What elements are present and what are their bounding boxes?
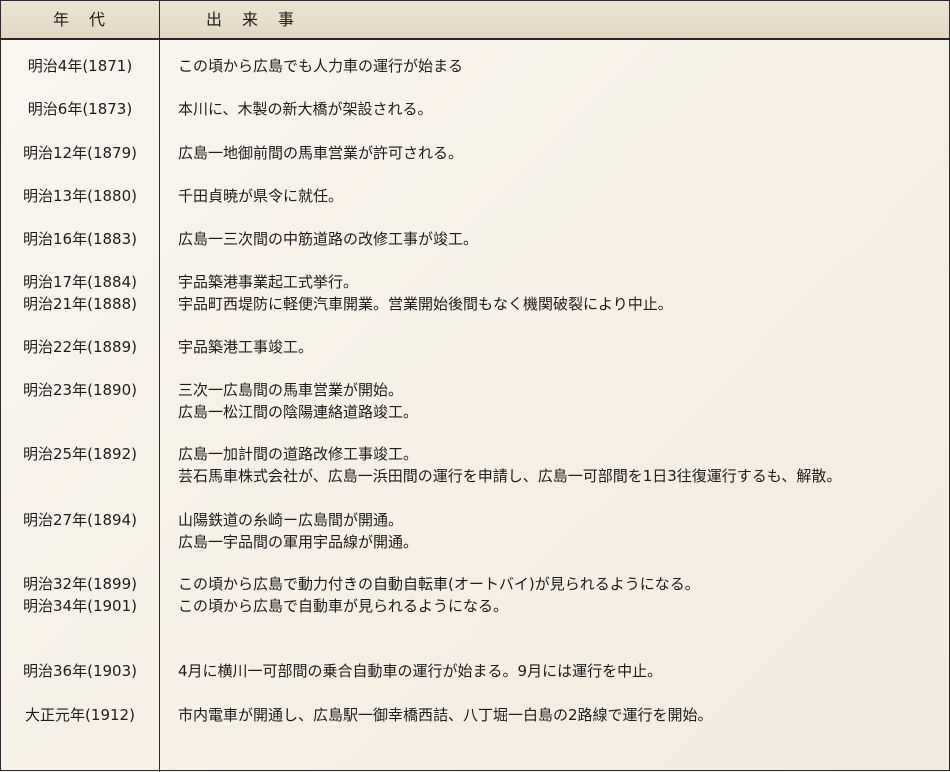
year-text: 明治12年(1879) [23, 144, 137, 162]
year-text: 明治21年(1888) [23, 295, 137, 313]
year-text: 明治17年(1884) [23, 273, 137, 291]
year-text: 明治34年(1901) [23, 597, 137, 615]
row-event: この頃から広島で動力付きの自動自転車(オートバイ)が見られるようになる。 この頃… [178, 573, 943, 617]
event-text: 芸石馬車株式会社が、広島一浜田間の運行を申請し、広島一可部間を1日3往復運行する… [178, 467, 842, 485]
year-text: 明治25年(1892) [23, 445, 137, 463]
event-text: この頃から広島で自動車が見られるようになる。 [178, 597, 509, 615]
header-event: 出 来 事 [205, 10, 296, 29]
row-year: 明治12年(1879) [1, 142, 159, 164]
row-year: 明治22年(1889) [1, 336, 159, 358]
table-header: 年 代 出 来 事 [1, 1, 949, 40]
row-year: 明治6年(1873) [1, 98, 159, 120]
event-text: 宇品築港工事竣工。 [178, 338, 314, 356]
year-text: 明治22年(1889) [23, 338, 137, 356]
year-text: 明治36年(1903) [23, 662, 137, 680]
row-year: 明治36年(1903) [1, 660, 159, 682]
row-year: 明治23年(1890) [1, 379, 159, 401]
row-event: 広島一三次間の中筋道路の改修工事が竣工。 [178, 228, 943, 250]
row-year: 明治13年(1880) [1, 185, 159, 207]
event-text: 宇品町西堤防に軽便汽車開業。営業開始後間もなく機関破裂により中止。 [178, 295, 673, 313]
event-text: 千田貞暁が県令に就任。 [178, 187, 344, 205]
event-text: 広島一三次間の中筋道路の改修工事が竣工。 [178, 230, 479, 248]
event-text: 広島一松江間の陰陽連絡道路竣工。 [178, 403, 419, 421]
row-year: 明治32年(1899) 明治34年(1901) [1, 573, 159, 617]
row-event: 宇品築港工事竣工。 [178, 336, 943, 358]
history-table: 年 代 出 来 事 明治4年(1871) この頃から広島でも人力車の運行が始まる… [0, 0, 950, 772]
year-text: 明治6年(1873) [27, 100, 133, 118]
year-text: 明治27年(1894) [23, 511, 137, 529]
event-text: 広島一宇品間の軍用宇品線が開通。 [178, 533, 419, 551]
row-event: 4月に横川一可部間の乗合自動車の運行が始まる。9月には運行を中止。 [178, 660, 943, 682]
row-year: 明治27年(1894) [1, 509, 159, 531]
event-text: 三次一広島間の馬車営業が開始。 [178, 381, 404, 399]
event-text: 本川に、木製の新大橋が架設される。 [178, 100, 433, 118]
year-text: 明治13年(1880) [23, 187, 137, 205]
event-text: 広島一地御前間の馬車営業が許可される。 [178, 144, 464, 162]
year-text: 大正元年(1912) [25, 706, 135, 724]
column-divider [159, 1, 160, 772]
row-event: この頃から広島でも人力車の運行が始まる [178, 55, 943, 77]
event-text: この頃から広島でも人力車の運行が始まる [178, 57, 464, 75]
row-event: 市内電車が開通し、広島駅一御幸橋西詰、八丁堀一白島の2路線で運行を開始。 [178, 704, 943, 726]
year-text: 明治16年(1883) [23, 230, 137, 248]
event-text: 宇品築港事業起工式挙行。 [178, 273, 359, 291]
year-text: 明治23年(1890) [23, 381, 137, 399]
event-text: 山陽鉄道の糸崎ー広島間が開通。 [178, 511, 404, 529]
row-event: 広島一地御前間の馬車営業が許可される。 [178, 142, 943, 164]
row-event: 宇品築港事業起工式挙行。 宇品町西堤防に軽便汽車開業。営業開始後間もなく機関破裂… [178, 271, 943, 315]
year-text: 明治4年(1871) [27, 57, 133, 75]
row-year: 大正元年(1912) [1, 704, 159, 726]
event-text: この頃から広島で動力付きの自動自転車(オートバイ)が見られるようになる。 [178, 575, 700, 593]
row-event: 本川に、木製の新大橋が架設される。 [178, 98, 943, 120]
event-text: 4月に横川一可部間の乗合自動車の運行が始まる。9月には運行を中止。 [178, 662, 663, 680]
row-year: 明治25年(1892) [1, 443, 159, 465]
header-year: 年 代 [52, 10, 107, 29]
row-year: 明治16年(1883) [1, 228, 159, 250]
row-event: 山陽鉄道の糸崎ー広島間が開通。 広島一宇品間の軍用宇品線が開通。 [178, 509, 943, 553]
row-event: 千田貞暁が県令に就任。 [178, 185, 943, 207]
row-year: 明治4年(1871) [1, 55, 159, 77]
row-event: 三次一広島間の馬車営業が開始。 広島一松江間の陰陽連絡道路竣工。 [178, 379, 943, 423]
event-text: 広島一加計間の道路改修工事竣工。 [178, 445, 419, 463]
year-text: 明治32年(1899) [23, 575, 137, 593]
row-year: 明治17年(1884) 明治21年(1888) [1, 271, 159, 315]
event-text: 市内電車が開通し、広島駅一御幸橋西詰、八丁堀一白島の2路線で運行を開始。 [178, 706, 713, 724]
row-event: 広島一加計間の道路改修工事竣工。 芸石馬車株式会社が、広島一浜田間の運行を申請し… [178, 443, 943, 487]
